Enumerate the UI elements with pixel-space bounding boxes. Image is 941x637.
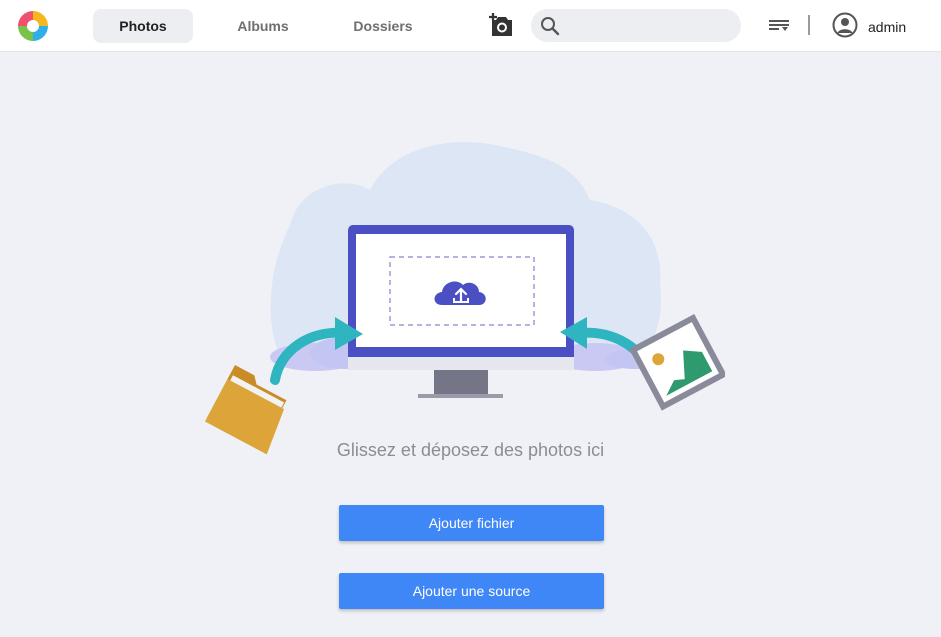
add-camera-icon[interactable]: [486, 12, 514, 38]
tab-dossiers[interactable]: Dossiers: [333, 9, 433, 43]
search-box[interactable]: [531, 9, 741, 42]
tab-photos[interactable]: Photos: [93, 9, 193, 43]
add-source-button[interactable]: Ajouter une source: [339, 573, 604, 609]
user-avatar-icon[interactable]: [832, 12, 858, 38]
search-icon: [541, 17, 560, 36]
add-file-button[interactable]: Ajouter fichier: [339, 505, 604, 541]
drop-zone-message: Glissez et déposez des photos ici: [336, 440, 605, 460]
search-input[interactable]: [565, 9, 733, 42]
sort-icon[interactable]: [768, 17, 790, 33]
upload-illustration: [204, 142, 725, 455]
tab-albums[interactable]: Albums: [213, 9, 313, 43]
monitor-icon: [348, 225, 574, 398]
app-logo-icon[interactable]: [15, 9, 51, 43]
top-navigation-bar: Photos Albums Dossiers admin: [0, 0, 941, 52]
user-name[interactable]: admin: [868, 19, 906, 35]
header-divider: [808, 15, 810, 35]
